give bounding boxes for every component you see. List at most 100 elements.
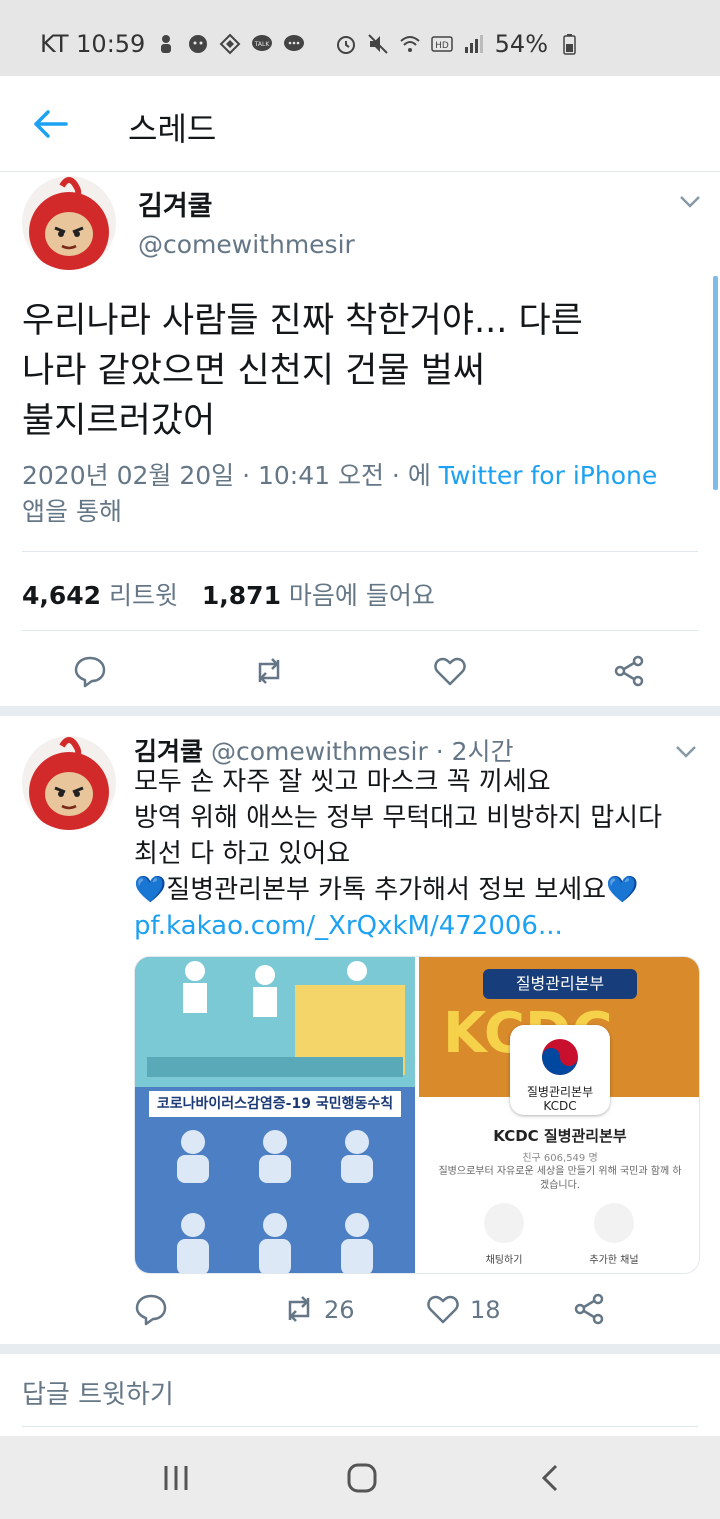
heart-line-text: 질병관리본부 카톡 추가해서 정보 보세요 [166, 875, 607, 905]
status-left: KT 10:59 TALK [40, 30, 305, 58]
media-image-right[interactable]: KCDC 질병관리본부 질병관리본부 KCDC KCDC 질병관리본부 친구 6… [419, 957, 699, 1273]
divider [22, 1426, 698, 1427]
app-bar: 스레드 [0, 76, 720, 172]
back-arrow-icon[interactable] [30, 106, 70, 142]
avatar[interactable] [22, 736, 116, 830]
scrollbar[interactable] [713, 276, 718, 490]
like-count: 18 [470, 1296, 501, 1324]
person-icon [161, 35, 172, 53]
system-nav-bar [0, 1436, 720, 1519]
diamond-icon [219, 33, 241, 55]
tweet-timestamp: 2020년 02월 20일 · 10:41 오전 · 에 [22, 461, 439, 490]
hd-label: HD [435, 41, 449, 51]
page-title: 스레드 [128, 110, 217, 148]
tweet-stats: 4,642 리트윗 1,871 마음에 들어요 [22, 576, 435, 612]
status-right: HD 54% [335, 30, 580, 58]
back-chevron-icon [541, 1464, 558, 1492]
signal-icon [464, 35, 483, 53]
reply-header: 김겨쿨 @comewithmesir · 2시간 [134, 732, 514, 768]
divider [22, 551, 698, 552]
tweet-time: · 2시간 [435, 737, 514, 766]
channel-title: KCDC 질병관리본부 [493, 1127, 627, 1145]
reply-icon [135, 1294, 167, 1326]
reply-button[interactable] [134, 1292, 168, 1326]
reply-icon [74, 656, 106, 688]
reply-text: 모두 손 자주 잘 씻고 마스크 꼭 끼세요 방역 위해 애쓰는 정부 무턱대고… [134, 764, 694, 944]
share-icon [614, 655, 644, 687]
section-separator [0, 706, 720, 716]
divider [22, 630, 698, 631]
channel-friends: 친구 606,549 명 [522, 1153, 598, 1164]
tweet-meta-suffix: 앱을 통해 [22, 497, 122, 526]
tweet-line: 우리나라 사람들 진짜 착한거야... 다른 [22, 301, 583, 341]
recent-apps-button[interactable] [156, 1458, 196, 1498]
retweet-button[interactable] [282, 1292, 316, 1326]
retweet-count: 26 [324, 1296, 355, 1324]
kcdc-badge: 질병관리본부 [483, 969, 637, 999]
chevron-down-icon[interactable] [678, 194, 702, 210]
chat-icon [284, 35, 305, 51]
share-button[interactable] [572, 1292, 606, 1326]
client-link[interactable]: Twitter for iPhone [439, 461, 657, 490]
chat-button[interactable]: 채팅하기 [449, 1203, 559, 1266]
section-separator [0, 1344, 720, 1354]
heart-icon [427, 1295, 459, 1324]
reply-button[interactable] [73, 654, 107, 688]
tweet-line: 나라 같았으면 신천지 건물 벌써 [22, 351, 486, 391]
author-handle[interactable]: @comewithmesir [138, 230, 355, 259]
channel-description: 질병으로부터 자유로운 세상을 만들기 위해 국민과 함께 하겠습니다. [438, 1166, 682, 1191]
logo-text-english: KCDC [543, 1099, 577, 1113]
guideline-banner: 코로나바이러스감염증-19 국민행동수칙 [149, 1091, 401, 1117]
kcdc-logo-text: 질병관리본부 KCDC [419, 1085, 699, 1113]
tweet-line: 방역 위해 애쓰는 정부 무턱대고 비방하지 맙시다 [134, 803, 662, 833]
channel-icon [594, 1203, 634, 1243]
retweet-count[interactable]: 4,642 [22, 581, 101, 610]
kakao-link[interactable]: pf.kakao.com/_XrQxkM/472006... [134, 908, 694, 944]
retweet-label[interactable]: 리트윗 [109, 581, 178, 610]
added-channel-button[interactable]: 추가한 채널 [559, 1203, 669, 1266]
tweet-text: 우리나라 사람들 진짜 착한거야... 다른 나라 같았으면 신천지 건물 벌써… [22, 296, 682, 446]
recent-apps-icon [164, 1466, 188, 1490]
chat-button-label: 채팅하기 [485, 1255, 523, 1266]
like-button[interactable] [426, 1292, 460, 1326]
logo-text-korean: 질병관리본부 [526, 1085, 594, 1099]
retweet-button[interactable] [252, 654, 286, 688]
talk-icon: TALK [252, 35, 273, 51]
home-button[interactable] [342, 1458, 382, 1498]
tweet-line: 불지르러갔어 [22, 401, 216, 441]
back-button[interactable] [530, 1458, 570, 1498]
hd-icon: HD [430, 36, 453, 52]
media-image-left[interactable]: 코로나바이러스감염증-19 국민행동수칙 [135, 957, 415, 1273]
chevron-down-icon[interactable] [674, 744, 698, 760]
blue-heart-icon: 💙 [134, 875, 167, 905]
battery-text: 54% [494, 30, 548, 58]
tweet-line: 최선 다 하고 있어요 [134, 839, 351, 869]
status-bar: KT 10:59 TALK HD 54% [0, 0, 720, 76]
face-icon [189, 35, 208, 53]
avatar-image [22, 736, 116, 830]
blue-heart-icon: 💙 [606, 875, 639, 905]
avatar[interactable] [22, 176, 116, 270]
carrier-time: KT 10:59 [40, 30, 146, 58]
added-channel-label: 추가한 채널 [589, 1255, 639, 1266]
like-count[interactable]: 1,871 [202, 581, 281, 610]
media-preview[interactable]: 코로나바이러스감염증-19 국민행동수칙 KCDC 질병관리본부 질병관리본부 … [134, 956, 700, 1274]
author-handle[interactable]: @comewithmesir [211, 737, 428, 766]
like-label[interactable]: 마음에 들어요 [289, 581, 435, 610]
share-button[interactable] [612, 654, 646, 688]
retweet-icon [258, 658, 280, 684]
tweet-line: 💙질병관리본부 카톡 추가해서 정보 보세요💙 [134, 872, 694, 908]
alarm-icon [336, 36, 355, 54]
author-name[interactable]: 김겨쿨 [134, 737, 203, 766]
retweet-icon [288, 1296, 310, 1322]
author-name[interactable]: 김겨쿨 [138, 184, 213, 223]
tweet-line: 모두 손 자주 잘 씻고 마스크 꼭 끼세요 [134, 767, 551, 797]
wifi-icon [399, 36, 420, 52]
chat-bot-icon [484, 1203, 524, 1243]
like-button[interactable] [433, 654, 467, 688]
battery-icon [563, 34, 576, 55]
home-icon [347, 1463, 377, 1493]
share-icon [574, 1293, 604, 1325]
reply-input[interactable]: 답글 트윗하기 [22, 1374, 174, 1411]
heart-icon [434, 657, 466, 686]
